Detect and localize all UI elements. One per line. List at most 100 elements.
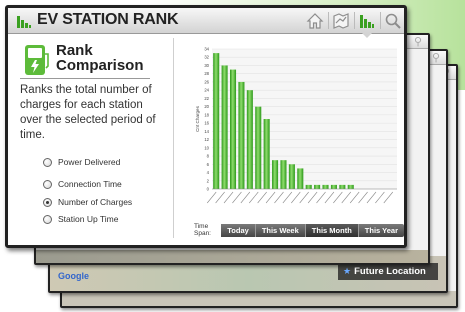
options-panel: Rank Comparison Ranks the total number o…	[8, 35, 158, 245]
option-label: Connection Time	[58, 179, 122, 189]
x-tick-label	[383, 191, 394, 204]
y-tick-label: 26	[204, 79, 209, 84]
option-connection-time[interactable]: Connection Time	[43, 177, 122, 191]
x-tick-label	[333, 191, 343, 204]
x-tick-label	[349, 191, 360, 204]
x-tick-label	[232, 191, 242, 204]
x-tick-label	[249, 191, 259, 204]
x-tick-label	[307, 191, 318, 204]
time-span-this-year-button[interactable]: This Year	[358, 223, 404, 237]
time-span-today-button[interactable]: Today	[221, 223, 256, 237]
bar-chart: 0246810121416182022242628303234Cnt Charg…	[195, 47, 397, 204]
y-tick-label: 12	[204, 137, 209, 142]
future-location-legend: ★ Future Location	[338, 263, 438, 280]
chart-bar	[288, 164, 295, 189]
chart-bar	[229, 69, 237, 189]
y-tick-label: 10	[204, 145, 209, 150]
chart-bar	[255, 106, 262, 189]
chart-bar	[322, 184, 329, 189]
option-station-up-time[interactable]: Station Up Time	[43, 212, 118, 226]
chart-bar	[221, 65, 228, 189]
rank-chart: 0 2 4 6 8 10 12 14 16 18 20 22 24 26 28 30 32 34 Cnt Charg…	[178, 45, 403, 220]
map-icon[interactable]	[331, 11, 351, 31]
y-tick-label: 0	[207, 187, 210, 192]
chart-bar	[238, 81, 245, 189]
y-tick-label: 16	[204, 121, 209, 126]
x-tick-label	[223, 191, 234, 204]
option-number-of-charges[interactable]: Number of Charges	[43, 195, 132, 209]
y-tick-label: 28	[204, 71, 209, 76]
chart-bar	[280, 160, 287, 189]
y-tick-label: 20	[204, 104, 209, 109]
search-icon[interactable]	[383, 11, 403, 31]
nav-separator	[328, 12, 329, 29]
x-tick-label	[274, 191, 284, 204]
chart-bar	[305, 184, 312, 189]
section-title-line-1: Rank	[56, 42, 93, 59]
x-tick-label	[366, 191, 377, 204]
charging-station-icon	[25, 45, 49, 75]
x-tick-label	[316, 191, 326, 204]
chart-bar	[213, 53, 220, 189]
chart-bar	[339, 184, 346, 189]
option-label: Station Up Time	[58, 214, 119, 224]
y-tick-label: 32	[204, 55, 209, 60]
option-power-delivered[interactable]: Power Delivered	[43, 155, 120, 169]
section-title: Rank Comparison	[56, 43, 144, 73]
x-tick-label	[282, 191, 293, 204]
y-tick-label: 2	[207, 178, 210, 183]
y-tick-label: 18	[204, 112, 209, 117]
y-tick-label: 34	[204, 47, 209, 52]
chart-bar	[246, 90, 253, 189]
future-location-label: Future Location	[354, 266, 426, 277]
y-tick-label: 30	[204, 63, 209, 68]
y-tick-label: 14	[204, 129, 209, 134]
home-icon[interactable]	[305, 11, 325, 31]
time-span-label: Time Span:	[194, 223, 211, 237]
rank-comparison-window: EV STATION RANK Rank Comparison Ranks th…	[5, 5, 407, 248]
chart-icon[interactable]	[357, 11, 377, 31]
chart-bar	[347, 184, 354, 189]
x-tick-label	[265, 191, 276, 204]
map-area	[62, 291, 456, 306]
chart-bar	[314, 184, 321, 189]
description-text: Ranks the total number of charges for ea…	[20, 84, 156, 141]
bar-chart-logo-icon	[17, 16, 31, 28]
x-tick-label	[299, 191, 309, 204]
chart-bar	[330, 184, 337, 189]
title-bar: EV STATION RANK	[8, 8, 404, 38]
radio-button-selected[interactable]	[43, 197, 52, 207]
map-area	[36, 250, 428, 263]
time-span-this-week-button[interactable]: This Week	[255, 223, 306, 237]
y-tick-label: 6	[207, 162, 210, 167]
google-logo: Google	[58, 271, 89, 281]
x-tick-label	[257, 191, 267, 204]
radio-button[interactable]	[43, 214, 52, 224]
y-tick-label: 24	[204, 88, 209, 93]
x-tick-label	[215, 191, 225, 204]
chart-bar	[272, 160, 279, 189]
y-tick-label: 8	[207, 154, 210, 159]
x-tick-label	[206, 191, 217, 204]
x-tick-label	[291, 191, 301, 204]
y-tick-label: 4	[207, 170, 210, 175]
x-tick-label	[341, 191, 351, 204]
time-span-this-month-button[interactable]: This Month	[305, 223, 359, 237]
option-label: Power Delivered	[58, 157, 121, 167]
radio-button[interactable]	[43, 157, 52, 167]
app-title: EV STATION RANK	[37, 11, 179, 28]
radio-button[interactable]	[43, 179, 52, 189]
chart-bar	[263, 119, 270, 189]
x-tick-label	[240, 191, 251, 204]
option-label: Number of Charges	[58, 197, 133, 207]
x-tick-label	[324, 191, 335, 204]
panel-divider	[173, 38, 174, 238]
x-tick-label	[375, 191, 385, 204]
search-icon: ⚲	[431, 52, 440, 64]
chart-bar	[297, 168, 304, 189]
y-tick-label: 22	[204, 96, 209, 101]
active-tab-pointer	[362, 33, 372, 38]
time-span-selector: Time Span: Today This Week This Month Th…	[194, 222, 404, 238]
y-axis-label: Cnt Charges	[195, 105, 200, 131]
search-icon: ⚲	[413, 36, 422, 48]
